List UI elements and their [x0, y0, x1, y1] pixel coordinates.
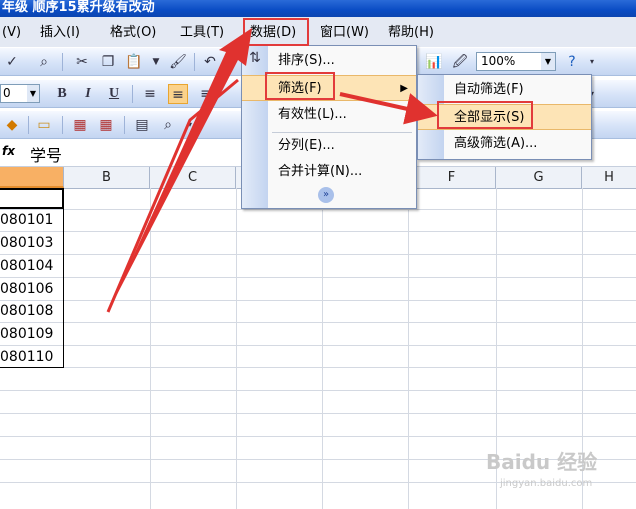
arrow-up-icon — [106, 78, 239, 313]
arrow-up-icon — [108, 28, 252, 312]
watermark-text: Baidu 经验 — [486, 450, 598, 474]
arrow-right-icon — [339, 92, 438, 125]
annotation-arrows — [106, 28, 438, 313]
watermark-url: jingyan.baidu.com — [500, 478, 593, 489]
